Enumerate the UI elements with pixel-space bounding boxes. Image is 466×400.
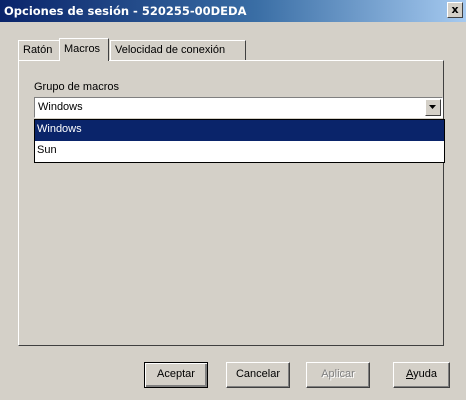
close-icon: x [451, 3, 459, 16]
dropdown-arrow-button[interactable] [425, 99, 441, 116]
tab-macros[interactable]: Macros [59, 38, 109, 61]
tab-velocidad-conexion[interactable]: Velocidad de conexión [110, 40, 246, 60]
tab-velocidad-conexion-label: Velocidad de conexión [115, 44, 226, 56]
help-button[interactable]: Ayuda [393, 362, 450, 388]
tab-raton[interactable]: Ratón [18, 40, 60, 60]
macro-group-dropdown-list: Windows Sun [34, 119, 445, 163]
dropdown-option-windows[interactable]: Windows [35, 120, 444, 141]
help-button-label-rest: yuda [413, 368, 437, 380]
tab-raton-label: Ratón [23, 44, 53, 56]
dropdown-option-sun[interactable]: Sun [35, 141, 444, 162]
cancel-button[interactable]: Cancelar [226, 362, 290, 388]
macro-group-label: Grupo de macros [34, 81, 119, 93]
macro-group-select[interactable]: Windows [34, 97, 443, 118]
apply-button[interactable]: Aplicar [306, 362, 370, 388]
session-options-dialog: Opciones de sesión - 520255-00DEDA x Rat… [0, 0, 466, 400]
macro-group-selected-value: Windows [38, 101, 83, 113]
close-button[interactable]: x [447, 2, 463, 18]
chevron-down-icon [429, 105, 436, 109]
title-bar[interactable]: Opciones de sesión - 520255-00DEDA x [0, 0, 466, 22]
accept-button[interactable]: Aceptar [144, 362, 208, 388]
window-title: Opciones de sesión - 520255-00DEDA [4, 4, 247, 18]
tab-macros-label: Macros [64, 43, 101, 55]
